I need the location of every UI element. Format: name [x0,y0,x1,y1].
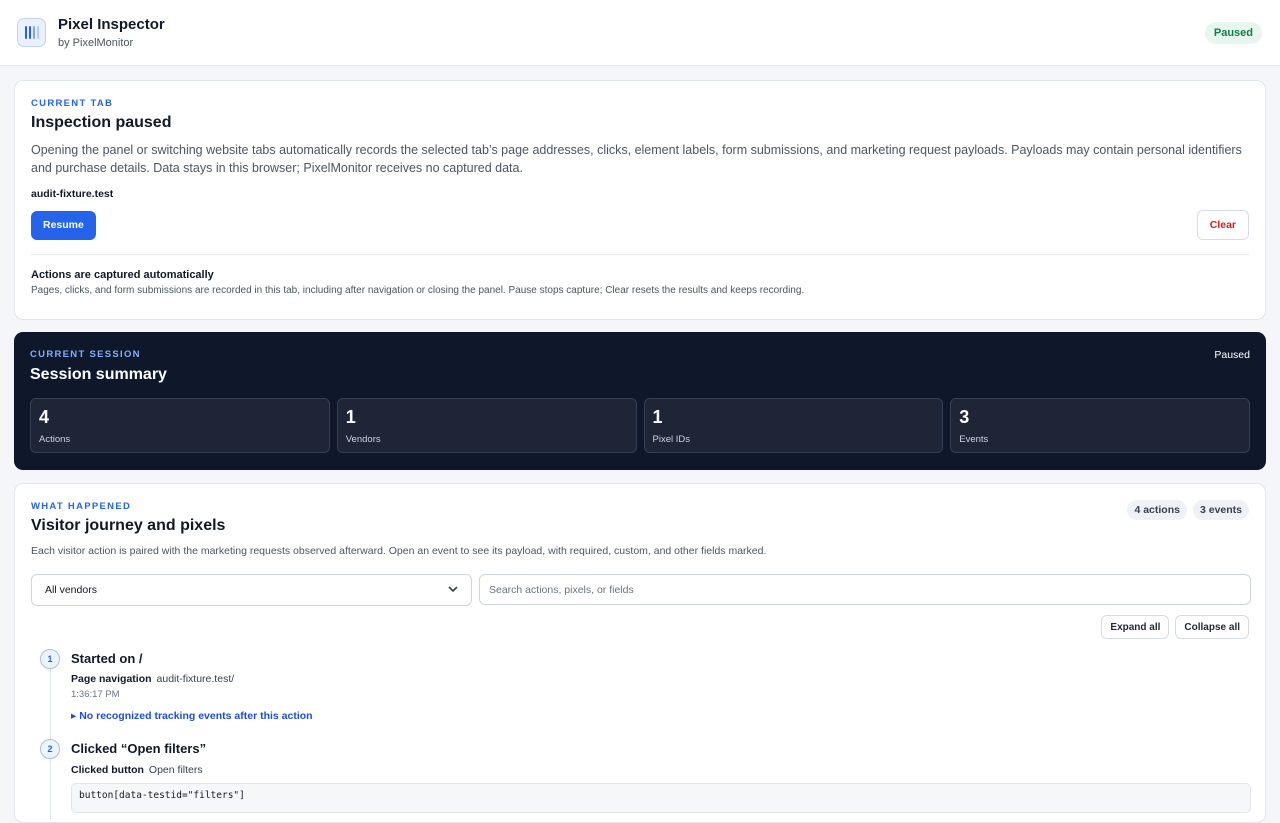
stat-value: 4 [39,407,50,427]
journey-eyebrow: WHAT HAPPENED [31,501,132,512]
vendor-filter-select[interactable]: All vendors [31,574,472,606]
journey-description: Each visitor action is paired with the m… [31,545,767,557]
events-count-badge: 3 events [1192,500,1249,520]
tab-domain: audit-fixture.test [31,188,114,200]
step-meta: Page navigation audit-fixture.test/ [71,673,234,685]
stat-label: Actions [39,434,71,445]
app-header: Pixel Inspector by PixelMonitor Paused [0,0,1280,66]
barcode-icon [17,18,46,47]
notice-title: Actions are captured automatically [31,269,214,281]
step-meta: Clicked button Open filters [71,764,203,776]
stat-label: Events [959,434,989,445]
stat-pixel-ids: 1 Pixel IDs [643,398,944,453]
journey-card: WHAT HAPPENED Visitor journey and pixels… [14,483,1266,823]
expand-all-button[interactable]: Expand all [1101,615,1170,639]
step-timestamp: 1:36:17 PM [71,689,120,700]
stat-actions: 4 Actions [30,398,330,453]
clear-button[interactable]: Clear [1196,210,1249,240]
app-title: Pixel Inspector [58,16,165,33]
current-tab-eyebrow: CURRENT TAB [31,98,114,109]
expand-controls: Expand all Collapse all [1101,615,1249,639]
step-meta-value: Open filters [148,764,203,776]
search-input[interactable]: Search actions, pixels, or fields [479,574,1251,605]
step-number: 1 [40,649,60,669]
step-meta-label: Clicked button [71,764,144,776]
app-subtitle: by PixelMonitor [58,37,134,49]
step-meta-value: audit-fixture.test/ [156,673,235,685]
status-badge: Paused [1204,21,1262,44]
step-title: Started on / [71,651,143,666]
no-events-toggle[interactable]: ▸ No recognized tracking events after th… [71,710,313,722]
journey-counts: 4 actions 3 events [1127,500,1249,520]
collapse-all-button[interactable]: Collapse all [1175,615,1249,639]
stat-label: Vendors [345,434,381,445]
stat-label: Pixel IDs [652,434,690,445]
tab-actions: Resume Clear [31,210,1249,240]
stat-value: 3 [959,407,970,427]
session-summary-panel: CURRENT SESSION Paused Session summary 4… [14,332,1266,470]
journey-title: Visitor journey and pixels [31,517,226,534]
chevron-down-icon [448,584,458,596]
step-number: 2 [40,739,60,759]
session-stats: 4 Actions 1 Vendors 1 Pixel IDs 3 Events [30,398,1250,453]
inspection-description: Opening the panel or switching website t… [31,143,1242,175]
stat-value: 1 [652,407,663,427]
brand: Pixel Inspector by PixelMonitor [58,16,165,49]
session-title: Session summary [30,366,167,383]
search-placeholder: Search actions, pixels, or fields [489,583,634,596]
capture-notice: Actions are captured automatically Pages… [31,254,1249,296]
stat-value: 1 [345,407,356,427]
notice-text: Pages, clicks, and form submissions are … [31,285,805,296]
inspection-title: Inspection paused [31,114,172,131]
actions-count-badge: 4 actions [1127,500,1187,520]
stat-events: 3 Events [950,398,1250,453]
step-title: Clicked “Open filters” [71,741,207,756]
vendor-filter-value: All vendors [45,584,97,596]
stat-vendors: 1 Vendors [336,398,637,453]
session-eyebrow: CURRENT SESSION [30,349,141,360]
resume-button[interactable]: Resume [31,210,96,240]
session-status: Paused [1214,349,1250,361]
element-selector: button[data-testid="filters"] [71,783,1251,813]
step-meta-label: Page navigation [71,673,152,685]
current-tab-card: CURRENT TAB Inspection paused Opening th… [14,80,1266,320]
